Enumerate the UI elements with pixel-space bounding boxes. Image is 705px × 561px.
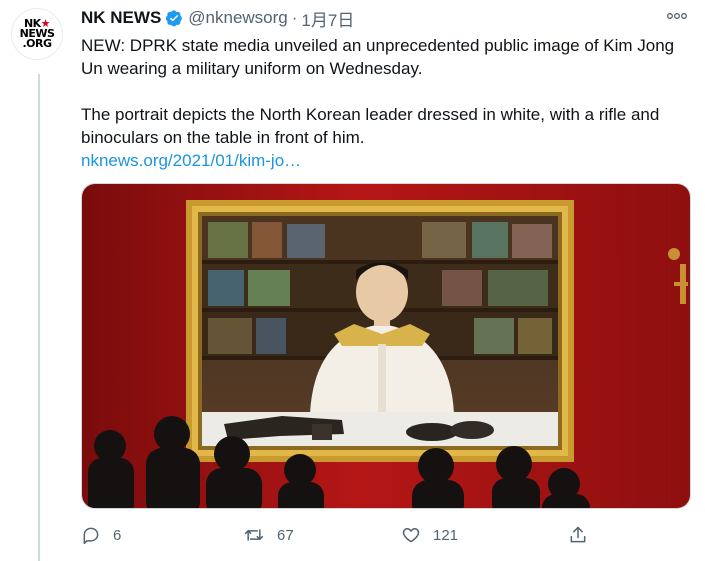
- avatar[interactable]: NK★ NEWS .ORG: [11, 8, 63, 60]
- share-button[interactable]: [568, 522, 588, 548]
- tweet-text: NEW: DPRK state media unveiled an unprec…: [81, 34, 681, 172]
- retweet-count: 67: [277, 526, 294, 544]
- share-icon: [568, 525, 588, 545]
- retweet-icon: [243, 525, 265, 545]
- like-icon: [401, 525, 421, 545]
- portrait-photo: [82, 184, 690, 508]
- avatar-text-org: .ORG: [22, 37, 52, 50]
- reply-icon: [81, 525, 101, 545]
- reply-button[interactable]: 6: [81, 522, 121, 548]
- separator-dot: ·: [291, 8, 298, 27]
- reply-count: 6: [113, 526, 122, 544]
- verified-badge-icon: [165, 9, 183, 27]
- tweet-date[interactable]: 1月7日: [301, 6, 354, 31]
- tweet-media-image[interactable]: [81, 183, 691, 509]
- like-count: 121: [433, 526, 459, 544]
- tweet-paragraph-2: The portrait depicts the North Korean le…: [81, 105, 660, 147]
- tweet-link[interactable]: nknews.org/2021/01/kim-jo…: [81, 151, 301, 170]
- more-options-icon[interactable]: [663, 4, 691, 28]
- like-button[interactable]: 121: [401, 522, 458, 548]
- tweet-paragraph-1: NEW: DPRK state media unveiled an unprec…: [81, 36, 675, 78]
- author-handle[interactable]: @nknewsorg: [188, 8, 287, 28]
- tweet-header: NK NEWS @nknewsorg · 1月7日: [81, 6, 354, 31]
- thread-line: [38, 74, 40, 561]
- author-name[interactable]: NK NEWS: [81, 8, 161, 28]
- tweet-actions: 6 67 121: [81, 522, 621, 548]
- retweet-button[interactable]: 67: [243, 522, 294, 548]
